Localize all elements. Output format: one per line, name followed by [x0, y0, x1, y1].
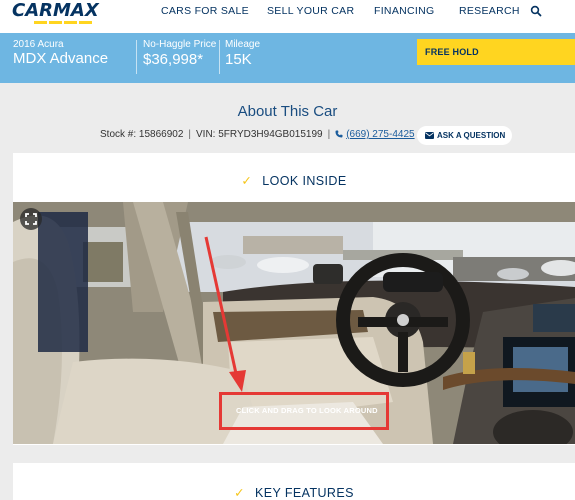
logo-stripes [34, 21, 99, 24]
look-inside-panel: ✓ LOOK INSIDE CLICK AND DRAG TO LOOK ARO… [13, 153, 575, 445]
price-value: $36,998* [143, 51, 203, 68]
about-title: About This Car [237, 103, 338, 120]
key-features-panel: ✓ KEY FEATURES [13, 463, 575, 500]
nav-sell-your-car[interactable]: SELL YOUR CAR [267, 5, 354, 17]
carmax-logo[interactable]: CARMAX [12, 2, 99, 24]
vehicle-year-make: 2016 Acura [13, 39, 64, 50]
vin-number: VIN: 5FRYD3H94GB015199 [196, 129, 323, 140]
key-features-title: KEY FEATURES [255, 486, 354, 500]
ask-question-label: ASK A QUESTION [437, 131, 506, 140]
header-divider [136, 40, 137, 74]
vehicle-info-row: Stock #: 15866902 | VIN: 5FRYD3H94GB015199… [100, 129, 415, 140]
mileage-value: 15K [225, 51, 252, 68]
key-features-heading: ✓ KEY FEATURES [13, 485, 575, 500]
vehicle-model: MDX Advance [13, 50, 109, 67]
nav-cars-for-sale[interactable]: CARS FOR SALE [161, 5, 249, 17]
top-nav: CARMAX CARS FOR SALE SELL YOUR CAR FINAN… [0, 0, 575, 33]
search-icon[interactable] [530, 5, 542, 17]
stock-number: Stock #: 15866902 [100, 129, 184, 140]
fullscreen-icon [25, 213, 37, 225]
price-footnote: * [197, 51, 204, 68]
logo-text: CARMAX [12, 0, 99, 21]
free-hold-button[interactable]: FREE HOLD [417, 39, 575, 65]
look-inside-title: LOOK INSIDE [262, 174, 347, 188]
look-inside-heading: ✓ LOOK INSIDE [13, 173, 575, 188]
ask-question-button[interactable]: ASK A QUESTION [417, 126, 512, 145]
drag-hint-label: CLICK AND DRAG TO LOOK AROUND [236, 406, 378, 415]
nav-research[interactable]: RESEARCH [459, 5, 520, 17]
fullscreen-button[interactable] [20, 208, 42, 230]
price-label: No-Haggle Price [143, 39, 217, 50]
mileage-label: Mileage [225, 39, 261, 50]
interior-360-viewer[interactable]: CLICK AND DRAG TO LOOK AROUND [13, 202, 575, 444]
check-icon: ✓ [234, 486, 246, 500]
header-divider [219, 40, 220, 74]
check-icon: ✓ [241, 174, 253, 188]
nav-financing[interactable]: FINANCING [374, 5, 434, 17]
price-amount: $36,998 [143, 51, 198, 68]
envelope-icon [425, 132, 434, 139]
dealer-phone-link[interactable]: (669) 275-4425 [346, 129, 414, 140]
phone-icon [335, 130, 343, 138]
